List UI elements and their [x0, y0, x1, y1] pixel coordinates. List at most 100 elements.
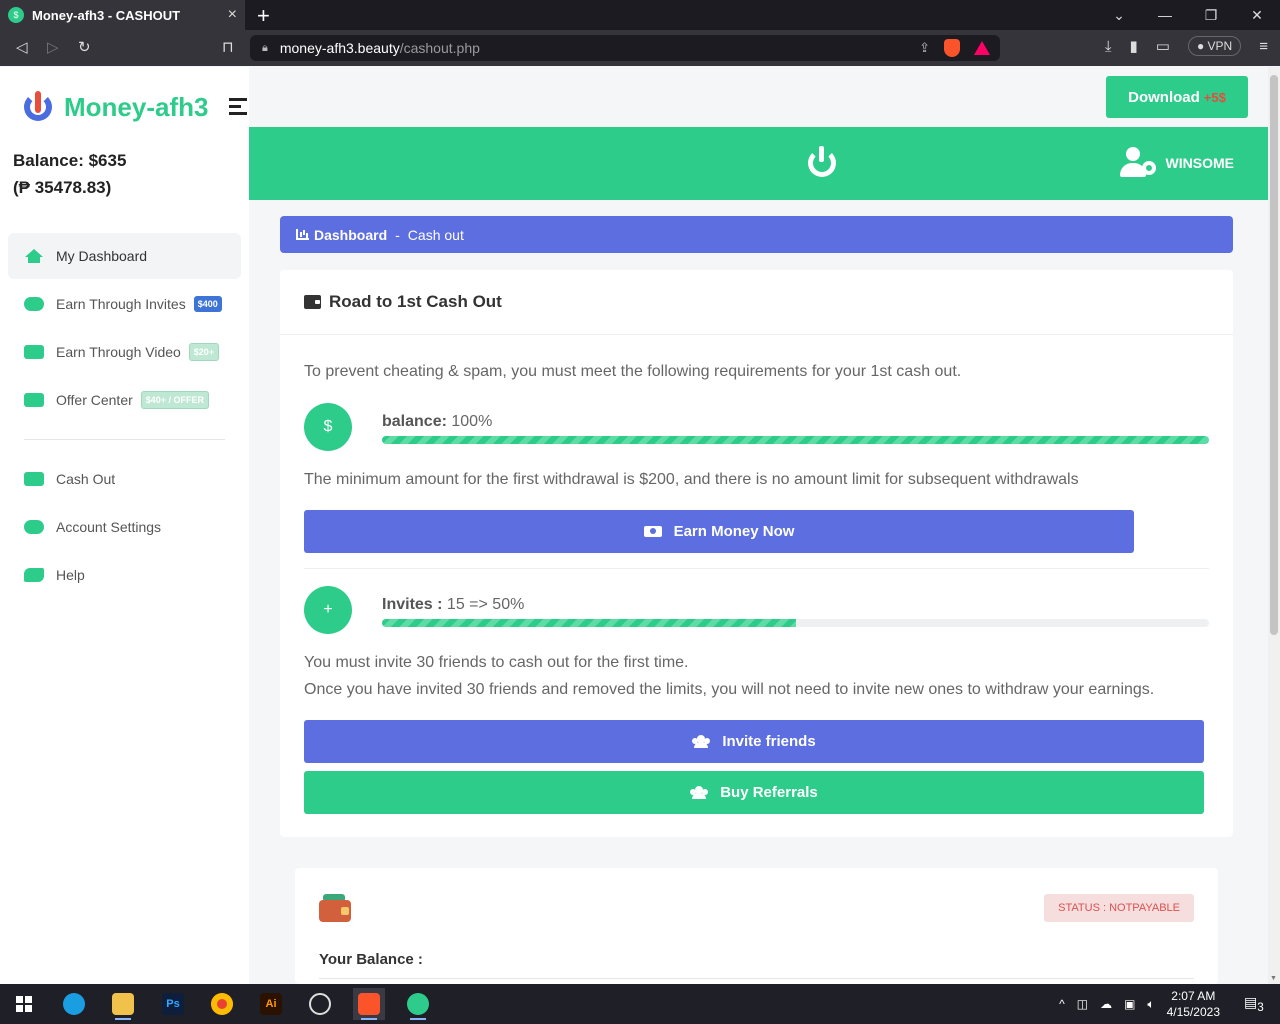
scroll-down-icon[interactable]: ▼	[1270, 975, 1277, 982]
new-tab-icon[interactable]: +	[257, 3, 270, 29]
url-path: /cashout.php	[399, 40, 480, 56]
windows-taskbar: Ps Ai ^ ◫ ☁ ▣ 🔈︎ 2:07 AM 4/15/2023 ▤3	[0, 984, 1280, 1024]
forward-icon[interactable]: ▷	[47, 38, 59, 56]
download-icon[interactable]: ⤓	[1105, 38, 1112, 55]
speedometer-app-icon[interactable]	[304, 988, 336, 1020]
url-bar[interactable]: 🔒︎ money-afh3.beauty /cashout.php ⇪	[250, 35, 1000, 61]
volume-icon[interactable]: 🔈︎	[1147, 997, 1154, 1012]
sidebar-menu: My Dashboard Earn Through Invites $400 E…	[8, 233, 241, 600]
bookmark-icon[interactable]: ⊓	[222, 38, 234, 56]
requirements-intro: To prevent cheating & spam, you must mee…	[304, 363, 962, 380]
close-tab-icon[interactable]: ×	[228, 6, 237, 24]
restore-icon[interactable]: ❐	[1188, 0, 1234, 30]
network-icon[interactable]: ▣	[1124, 997, 1135, 1011]
taskbar-clock[interactable]: 2:07 AM 4/15/2023	[1167, 988, 1220, 1020]
buy-referrals-button[interactable]: Buy Referrals	[304, 771, 1204, 814]
vpn-button[interactable]: ● VPN	[1187, 36, 1242, 56]
balance-progress-bar	[382, 436, 1209, 444]
top-bar: Download +5$	[249, 67, 1280, 127]
brand-name: Money-afh3	[64, 91, 209, 122]
share-icon[interactable]: ⇪	[919, 40, 930, 56]
onedrive-icon[interactable]: ☁	[1100, 997, 1112, 1011]
logo-icon	[22, 89, 56, 125]
sidebar-item-label: Offer Center	[56, 392, 133, 408]
sidebar-item-invites[interactable]: Earn Through Invites $400	[8, 281, 241, 327]
minimize-icon[interactable]: —	[1142, 0, 1188, 30]
header-banner: WINSOME	[249, 127, 1280, 200]
wallet-icon[interactable]: ▭	[1156, 37, 1170, 55]
invites-note-1: You must invite 30 friends to cash out f…	[304, 654, 689, 671]
invite-friends-label: Invite friends	[722, 733, 816, 750]
show-hidden-icons-icon[interactable]: ^	[1059, 997, 1065, 1011]
invites-requirement: + Invites : 15 => 50%	[304, 586, 1209, 636]
brave-shields-icon[interactable]	[944, 39, 960, 57]
tab-title: Money-afh3 - CASHOUT	[32, 7, 181, 23]
sidebar-item-video[interactable]: Earn Through Video $20+	[8, 329, 241, 375]
balance-progress-fill	[382, 436, 1209, 444]
username: WINSOME	[1165, 155, 1234, 171]
edge-app-icon[interactable]	[58, 988, 90, 1020]
user-menu[interactable]: WINSOME	[1118, 147, 1234, 179]
sidebar-item-cashout[interactable]: Cash Out	[8, 456, 241, 502]
site-favicon-icon: $	[8, 7, 24, 23]
chrome-app-icon[interactable]	[206, 988, 238, 1020]
illustrator-app-icon[interactable]: Ai	[255, 988, 287, 1020]
brave-rewards-icon[interactable]	[974, 41, 990, 55]
chart-icon	[296, 229, 309, 240]
money-chat-icon: $	[304, 403, 352, 451]
menu-icon[interactable]: ≡	[1259, 38, 1268, 55]
browser-tab-bar: $ Money-afh3 - CASHOUT × + ⌄ — ❐ ✕	[0, 0, 1280, 30]
sidebar-divider	[24, 439, 225, 440]
gears-icon	[24, 520, 44, 534]
invites-req-name: Invites :	[382, 596, 443, 613]
file-explorer-app-icon[interactable]	[107, 988, 139, 1020]
browser-tab[interactable]: $ Money-afh3 - CASHOUT ×	[0, 0, 245, 30]
money-icon	[24, 345, 44, 359]
page-scrollbar[interactable]: ▼	[1268, 67, 1280, 984]
meet-now-icon[interactable]: ◫	[1077, 997, 1088, 1011]
balance-php: (₱ 35478.83)	[13, 178, 112, 197]
tab-list-chevron-icon[interactable]: ⌄	[1096, 0, 1142, 30]
sidebar-item-label: Earn Through Invites	[56, 296, 186, 312]
earn-money-button[interactable]: Earn Money Now	[304, 510, 1134, 553]
sidebar-item-label: My Dashboard	[56, 248, 148, 264]
windows-start-icon[interactable]	[16, 996, 32, 1012]
notification-icon[interactable]: ▤3	[1244, 994, 1264, 1014]
photoshop-app-icon[interactable]: Ps	[157, 988, 189, 1020]
back-icon[interactable]: ◁	[16, 38, 28, 56]
invite-friends-button[interactable]: Invite friends	[304, 720, 1204, 763]
sidebar-item-settings[interactable]: Account Settings	[8, 504, 241, 550]
balance-req-name: balance:	[382, 413, 447, 430]
brave-app-icon[interactable]	[353, 988, 385, 1020]
url-host: money-afh3.beauty	[279, 40, 400, 56]
home-icon	[24, 249, 44, 263]
sidebar-item-label: Cash Out	[56, 471, 116, 487]
download-button[interactable]: Download +5$	[1106, 76, 1248, 118]
sidebar-item-help[interactable]: Help	[8, 552, 241, 598]
money-bill-icon	[643, 526, 662, 537]
breadcrumb-root[interactable]: Dashboard	[314, 227, 387, 243]
card-title: Road to 1st Cash Out	[329, 292, 502, 311]
header-logo-icon[interactable]	[808, 146, 836, 177]
reload-icon[interactable]: ↻	[78, 38, 91, 56]
user-plus-icon: +	[304, 586, 352, 634]
brand-logo[interactable]: Money-afh3	[22, 89, 208, 125]
handshake-icon	[24, 568, 44, 582]
invites-req-value: 15 => 50%	[446, 596, 525, 613]
scroll-thumb[interactable]	[1270, 75, 1278, 635]
sidebar-item-offers[interactable]: Offer Center $40+ / OFFER	[8, 377, 241, 423]
sidebar-toggle-icon[interactable]: ▮	[1130, 37, 1138, 55]
status-badge: STATUS : NOTPAYABLE	[1044, 894, 1194, 922]
hamburger-menu-icon[interactable]	[229, 98, 247, 119]
your-balance-label: Your Balance :	[319, 951, 423, 968]
card-header: Road to 1st Cash Out	[280, 270, 1233, 335]
balance-req-value: 100%	[451, 413, 493, 430]
breadcrumb: Dashboard - Cash out	[280, 216, 1233, 253]
sidebar-item-label: Help	[56, 567, 85, 583]
sidebar-item-label: Account Settings	[56, 519, 162, 535]
close-window-icon[interactable]: ✕	[1234, 0, 1280, 30]
sidebar-item-dashboard[interactable]: My Dashboard	[8, 233, 241, 279]
balance-card: STATUS : NOTPAYABLE Your Balance :	[295, 868, 1218, 984]
money-afh3-app-icon[interactable]	[402, 988, 434, 1020]
invites-req-label: Invites : 15 => 50%	[382, 596, 524, 614]
